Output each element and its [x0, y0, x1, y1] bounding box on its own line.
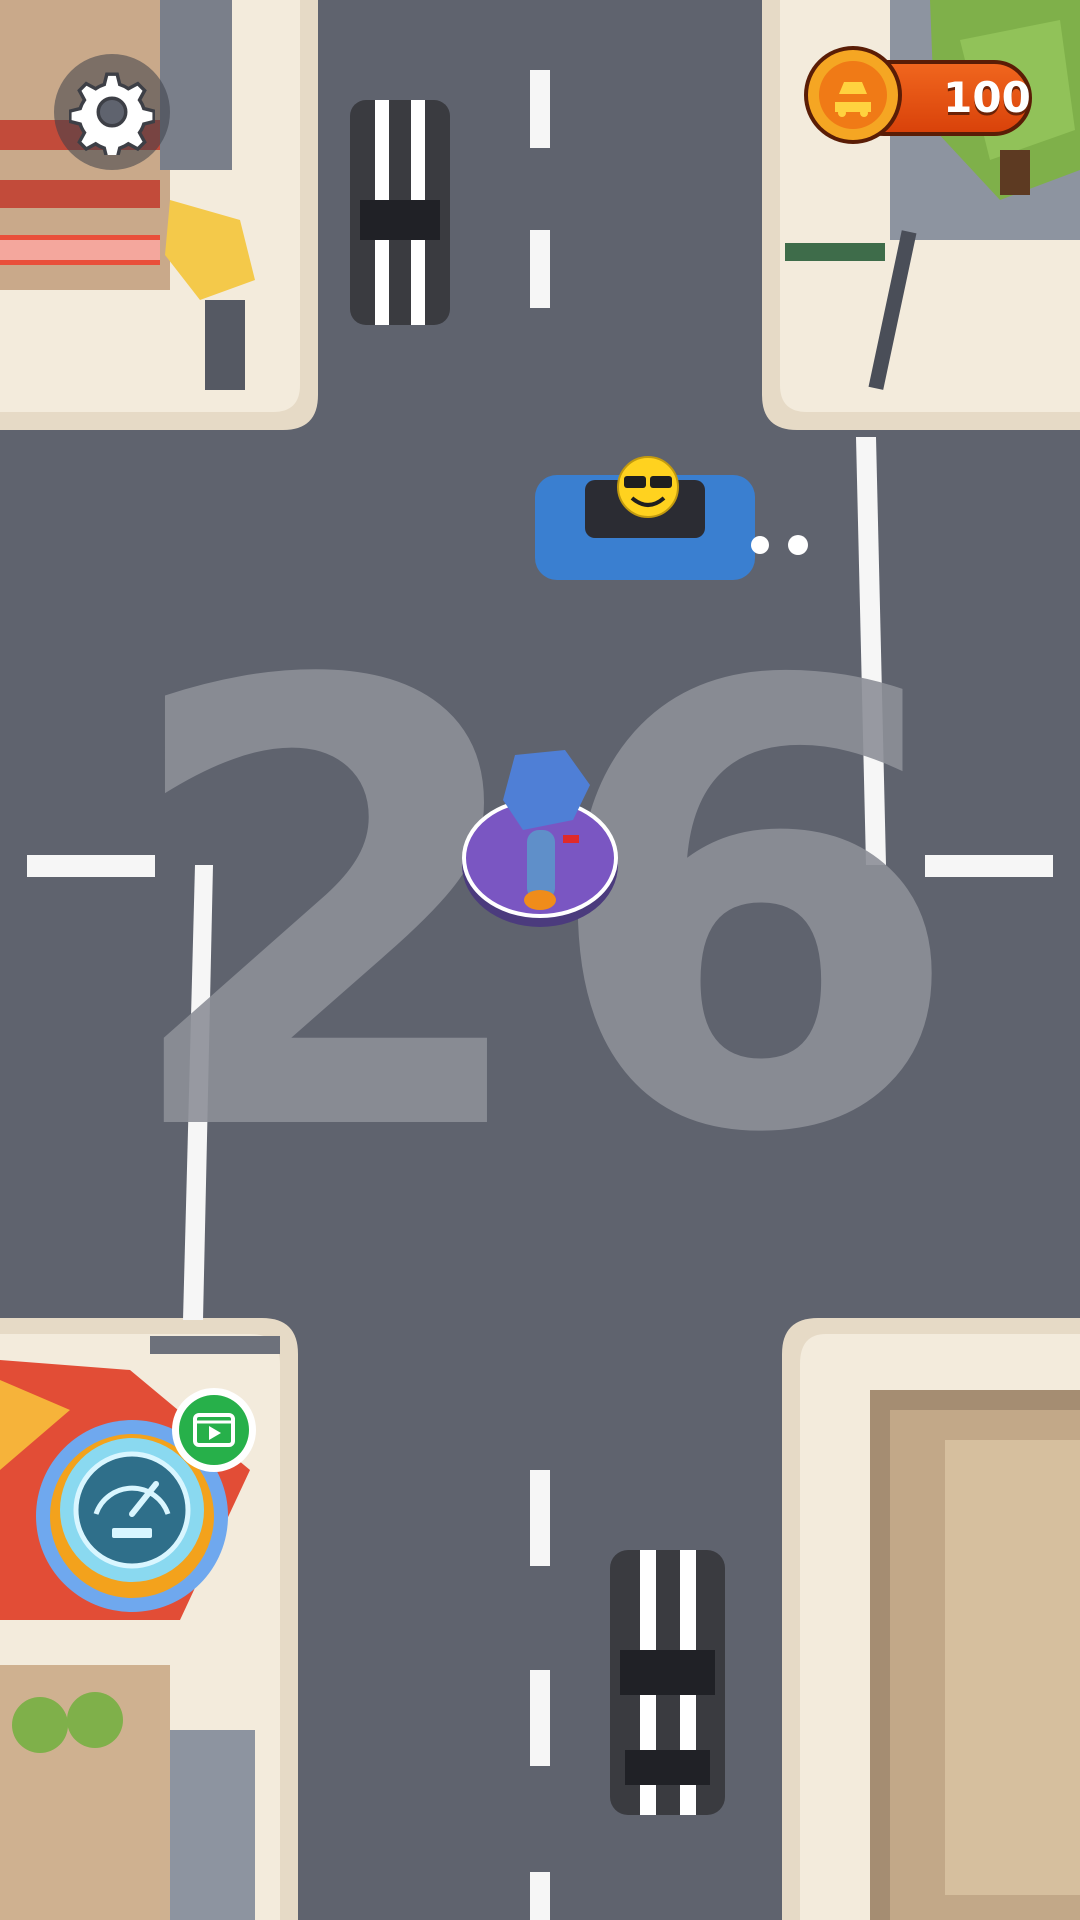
gear-icon [69, 72, 155, 155]
city-intersection-map [0, 0, 1080, 1920]
building-bottom-right [782, 1318, 1080, 1920]
building-top-left [0, 0, 318, 430]
coin-counter: 100 [802, 44, 1036, 146]
coin-count: 100 [943, 73, 1031, 122]
building-bottom-left [0, 1318, 298, 1920]
game-scene: 26 100 [0, 0, 1080, 1920]
taxi-coin-icon [804, 46, 902, 144]
cool-emoji-icon [617, 456, 679, 518]
striped-car-bottom [610, 1550, 725, 1815]
video-ad-button[interactable] [172, 1388, 256, 1472]
striped-car-top [350, 100, 450, 325]
video-ad-icon [179, 1395, 249, 1465]
player-character [462, 750, 618, 927]
settings-button[interactable] [54, 54, 170, 170]
